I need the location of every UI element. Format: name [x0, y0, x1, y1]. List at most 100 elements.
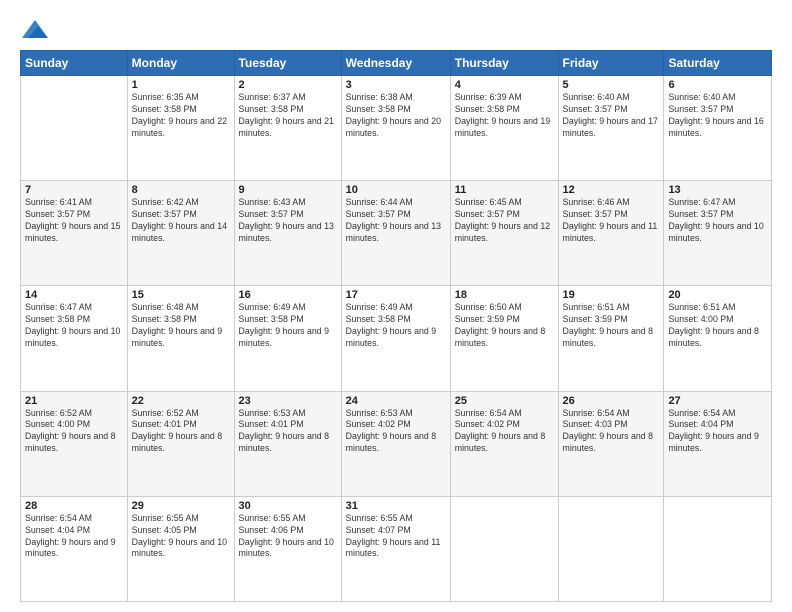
day-info: Sunrise: 6:54 AMSunset: 4:04 PMDaylight:… [668, 408, 767, 456]
day-info: Sunrise: 6:44 AMSunset: 3:57 PMDaylight:… [346, 197, 446, 245]
day-number: 16 [239, 289, 337, 301]
calendar-cell [450, 496, 558, 601]
day-info: Sunrise: 6:55 AMSunset: 4:05 PMDaylight:… [132, 513, 230, 561]
calendar-cell: 4Sunrise: 6:39 AMSunset: 3:58 PMDaylight… [450, 76, 558, 181]
day-number: 19 [563, 289, 660, 301]
day-info: Sunrise: 6:53 AMSunset: 4:01 PMDaylight:… [239, 408, 337, 456]
day-info: Sunrise: 6:55 AMSunset: 4:07 PMDaylight:… [346, 513, 446, 561]
logo-icon [20, 16, 50, 40]
day-info: Sunrise: 6:38 AMSunset: 3:58 PMDaylight:… [346, 92, 446, 140]
day-number: 23 [239, 395, 337, 407]
calendar-cell: 19Sunrise: 6:51 AMSunset: 3:59 PMDayligh… [558, 286, 664, 391]
calendar-week-row: 21Sunrise: 6:52 AMSunset: 4:00 PMDayligh… [21, 391, 772, 496]
weekday-header-thursday: Thursday [450, 51, 558, 76]
calendar-cell: 3Sunrise: 6:38 AMSunset: 3:58 PMDaylight… [341, 76, 450, 181]
day-info: Sunrise: 6:49 AMSunset: 3:58 PMDaylight:… [346, 302, 446, 350]
day-number: 9 [239, 184, 337, 196]
day-number: 13 [668, 184, 767, 196]
calendar-cell: 2Sunrise: 6:37 AMSunset: 3:58 PMDaylight… [234, 76, 341, 181]
page: SundayMondayTuesdayWednesdayThursdayFrid… [0, 0, 792, 612]
calendar-cell: 23Sunrise: 6:53 AMSunset: 4:01 PMDayligh… [234, 391, 341, 496]
calendar-cell: 28Sunrise: 6:54 AMSunset: 4:04 PMDayligh… [21, 496, 128, 601]
calendar-cell: 7Sunrise: 6:41 AMSunset: 3:57 PMDaylight… [21, 181, 128, 286]
calendar-week-row: 7Sunrise: 6:41 AMSunset: 3:57 PMDaylight… [21, 181, 772, 286]
day-number: 24 [346, 395, 446, 407]
day-info: Sunrise: 6:54 AMSunset: 4:04 PMDaylight:… [25, 513, 123, 561]
calendar-cell: 15Sunrise: 6:48 AMSunset: 3:58 PMDayligh… [127, 286, 234, 391]
calendar-cell: 25Sunrise: 6:54 AMSunset: 4:02 PMDayligh… [450, 391, 558, 496]
day-number: 30 [239, 500, 337, 512]
day-number: 31 [346, 500, 446, 512]
calendar-cell: 26Sunrise: 6:54 AMSunset: 4:03 PMDayligh… [558, 391, 664, 496]
calendar-cell: 9Sunrise: 6:43 AMSunset: 3:57 PMDaylight… [234, 181, 341, 286]
day-info: Sunrise: 6:54 AMSunset: 4:03 PMDaylight:… [563, 408, 660, 456]
day-info: Sunrise: 6:46 AMSunset: 3:57 PMDaylight:… [563, 197, 660, 245]
calendar-cell [558, 496, 664, 601]
day-info: Sunrise: 6:50 AMSunset: 3:59 PMDaylight:… [455, 302, 554, 350]
day-number: 12 [563, 184, 660, 196]
calendar-cell: 6Sunrise: 6:40 AMSunset: 3:57 PMDaylight… [664, 76, 772, 181]
day-number: 8 [132, 184, 230, 196]
weekday-header-friday: Friday [558, 51, 664, 76]
day-info: Sunrise: 6:52 AMSunset: 4:01 PMDaylight:… [132, 408, 230, 456]
calendar-cell: 12Sunrise: 6:46 AMSunset: 3:57 PMDayligh… [558, 181, 664, 286]
day-info: Sunrise: 6:35 AMSunset: 3:58 PMDaylight:… [132, 92, 230, 140]
day-info: Sunrise: 6:51 AMSunset: 4:00 PMDaylight:… [668, 302, 767, 350]
day-info: Sunrise: 6:53 AMSunset: 4:02 PMDaylight:… [346, 408, 446, 456]
day-info: Sunrise: 6:39 AMSunset: 3:58 PMDaylight:… [455, 92, 554, 140]
weekday-header-wednesday: Wednesday [341, 51, 450, 76]
day-number: 20 [668, 289, 767, 301]
day-info: Sunrise: 6:47 AMSunset: 3:57 PMDaylight:… [668, 197, 767, 245]
day-info: Sunrise: 6:43 AMSunset: 3:57 PMDaylight:… [239, 197, 337, 245]
calendar-week-row: 1Sunrise: 6:35 AMSunset: 3:58 PMDaylight… [21, 76, 772, 181]
day-number: 25 [455, 395, 554, 407]
calendar-week-row: 14Sunrise: 6:47 AMSunset: 3:58 PMDayligh… [21, 286, 772, 391]
day-number: 21 [25, 395, 123, 407]
calendar-cell: 24Sunrise: 6:53 AMSunset: 4:02 PMDayligh… [341, 391, 450, 496]
day-info: Sunrise: 6:52 AMSunset: 4:00 PMDaylight:… [25, 408, 123, 456]
calendar-cell: 8Sunrise: 6:42 AMSunset: 3:57 PMDaylight… [127, 181, 234, 286]
calendar-cell: 31Sunrise: 6:55 AMSunset: 4:07 PMDayligh… [341, 496, 450, 601]
calendar-cell: 22Sunrise: 6:52 AMSunset: 4:01 PMDayligh… [127, 391, 234, 496]
calendar-cell: 29Sunrise: 6:55 AMSunset: 4:05 PMDayligh… [127, 496, 234, 601]
weekday-header-saturday: Saturday [664, 51, 772, 76]
day-number: 17 [346, 289, 446, 301]
day-info: Sunrise: 6:41 AMSunset: 3:57 PMDaylight:… [25, 197, 123, 245]
day-number: 2 [239, 79, 337, 91]
weekday-header-sunday: Sunday [21, 51, 128, 76]
calendar-cell: 30Sunrise: 6:55 AMSunset: 4:06 PMDayligh… [234, 496, 341, 601]
day-number: 5 [563, 79, 660, 91]
day-info: Sunrise: 6:47 AMSunset: 3:58 PMDaylight:… [25, 302, 123, 350]
day-number: 29 [132, 500, 230, 512]
day-info: Sunrise: 6:55 AMSunset: 4:06 PMDaylight:… [239, 513, 337, 561]
calendar-cell [664, 496, 772, 601]
day-number: 1 [132, 79, 230, 91]
calendar-cell: 5Sunrise: 6:40 AMSunset: 3:57 PMDaylight… [558, 76, 664, 181]
day-number: 6 [668, 79, 767, 91]
day-info: Sunrise: 6:49 AMSunset: 3:58 PMDaylight:… [239, 302, 337, 350]
day-number: 4 [455, 79, 554, 91]
day-info: Sunrise: 6:37 AMSunset: 3:58 PMDaylight:… [239, 92, 337, 140]
day-number: 10 [346, 184, 446, 196]
day-info: Sunrise: 6:48 AMSunset: 3:58 PMDaylight:… [132, 302, 230, 350]
calendar-cell: 13Sunrise: 6:47 AMSunset: 3:57 PMDayligh… [664, 181, 772, 286]
calendar-cell: 27Sunrise: 6:54 AMSunset: 4:04 PMDayligh… [664, 391, 772, 496]
calendar-cell: 1Sunrise: 6:35 AMSunset: 3:58 PMDaylight… [127, 76, 234, 181]
calendar-cell: 16Sunrise: 6:49 AMSunset: 3:58 PMDayligh… [234, 286, 341, 391]
day-number: 7 [25, 184, 123, 196]
calendar-cell: 11Sunrise: 6:45 AMSunset: 3:57 PMDayligh… [450, 181, 558, 286]
day-number: 26 [563, 395, 660, 407]
header [20, 16, 772, 40]
day-number: 18 [455, 289, 554, 301]
day-info: Sunrise: 6:45 AMSunset: 3:57 PMDaylight:… [455, 197, 554, 245]
day-number: 22 [132, 395, 230, 407]
calendar-cell: 20Sunrise: 6:51 AMSunset: 4:00 PMDayligh… [664, 286, 772, 391]
logo [20, 16, 54, 40]
day-number: 3 [346, 79, 446, 91]
day-info: Sunrise: 6:40 AMSunset: 3:57 PMDaylight:… [668, 92, 767, 140]
calendar-cell [21, 76, 128, 181]
calendar-table: SundayMondayTuesdayWednesdayThursdayFrid… [20, 50, 772, 602]
calendar-week-row: 28Sunrise: 6:54 AMSunset: 4:04 PMDayligh… [21, 496, 772, 601]
day-number: 14 [25, 289, 123, 301]
day-number: 15 [132, 289, 230, 301]
